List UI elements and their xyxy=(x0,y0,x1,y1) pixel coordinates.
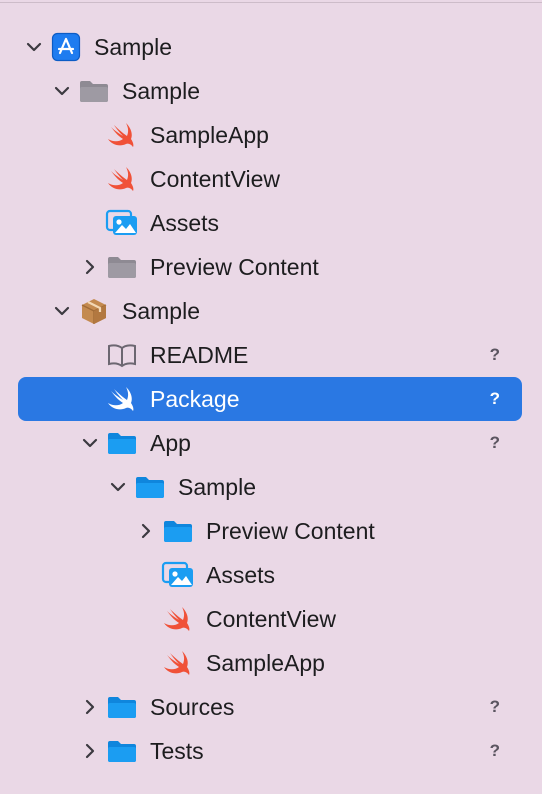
navigator-row[interactable]: SampleApp xyxy=(18,113,522,157)
navigator-item-label: ContentView xyxy=(206,606,336,632)
navigator-item-label: Sample xyxy=(122,78,200,104)
book-icon xyxy=(104,341,140,369)
navigator-item-label: App xyxy=(150,430,191,456)
navigator-row[interactable]: ContentView xyxy=(18,597,522,641)
source-control-status-badge: ? xyxy=(489,741,500,760)
navigator-row[interactable]: Sample xyxy=(18,289,522,333)
app-store-project-icon xyxy=(48,32,84,62)
chevron-right-icon[interactable] xyxy=(136,521,156,541)
source-control-status-badge: ? xyxy=(489,433,500,452)
navigator-item-label: Sample xyxy=(94,34,172,60)
gray-folder-icon xyxy=(104,253,140,281)
navigator-item-label: Preview Content xyxy=(150,254,319,280)
project-navigator: Sample Sample SampleApp ContentView Assets Pr… xyxy=(0,0,542,794)
chevron-down-icon[interactable] xyxy=(52,301,72,321)
swift-file-icon xyxy=(104,385,140,413)
blue-folder-icon xyxy=(104,693,140,721)
navigator-row[interactable]: Tests? xyxy=(18,729,522,773)
navigator-item-label: Tests xyxy=(150,738,204,764)
navigator-item-label: Sources xyxy=(150,694,235,720)
blue-folder-icon xyxy=(132,473,168,501)
navigator-item-label: SampleApp xyxy=(206,650,325,676)
source-control-status-badge: ? xyxy=(489,345,500,364)
navigator-item-label: Preview Content xyxy=(206,518,375,544)
blue-folder-icon xyxy=(104,429,140,457)
package-box-icon xyxy=(76,297,112,325)
navigator-item-label: Package xyxy=(150,386,240,412)
source-control-status-badge: ? xyxy=(489,697,500,716)
navigator-row[interactable]: Sources? xyxy=(18,685,522,729)
navigator-row[interactable]: Assets xyxy=(18,553,522,597)
gray-folder-icon xyxy=(76,77,112,105)
swift-file-icon xyxy=(104,165,140,193)
navigator-row[interactable]: Sample xyxy=(18,69,522,113)
navigator-row[interactable]: ContentView xyxy=(18,157,522,201)
swift-file-icon xyxy=(160,605,196,633)
navigator-row[interactable]: App? xyxy=(18,421,522,465)
navigator-item-label: ContentView xyxy=(150,166,280,192)
asset-catalog-icon xyxy=(160,561,196,589)
navigator-row[interactable]: Sample xyxy=(18,25,522,69)
navigator-item-label: Sample xyxy=(178,474,256,500)
chevron-down-icon[interactable] xyxy=(80,433,100,453)
chevron-down-icon[interactable] xyxy=(24,37,44,57)
navigator-item-label: Assets xyxy=(206,562,276,588)
source-control-status-badge: ? xyxy=(489,389,500,408)
chevron-right-icon[interactable] xyxy=(80,697,100,717)
navigator-row[interactable]: Preview Content xyxy=(18,509,522,553)
chevron-down-icon[interactable] xyxy=(108,477,128,497)
swift-file-icon xyxy=(104,121,140,149)
chevron-down-icon[interactable] xyxy=(52,81,72,101)
navigator-item-label: Sample xyxy=(122,298,200,324)
blue-folder-icon xyxy=(104,737,140,765)
navigator-row[interactable]: Sample xyxy=(18,465,522,509)
navigator-row[interactable]: Preview Content xyxy=(18,245,522,289)
blue-folder-icon xyxy=(160,517,196,545)
navigator-row[interactable]: README? xyxy=(18,333,522,377)
navigator-item-label: README xyxy=(150,342,249,368)
swift-file-icon xyxy=(160,649,196,677)
navigator-row[interactable]: Assets xyxy=(18,201,522,245)
chevron-right-icon[interactable] xyxy=(80,741,100,761)
navigator-row[interactable]: Package? xyxy=(18,377,522,421)
navigator-row[interactable]: SampleApp xyxy=(18,641,522,685)
navigator-item-label: SampleApp xyxy=(150,122,269,148)
navigator-item-label: Assets xyxy=(150,210,220,236)
chevron-right-icon[interactable] xyxy=(80,257,100,277)
asset-catalog-icon xyxy=(104,209,140,237)
